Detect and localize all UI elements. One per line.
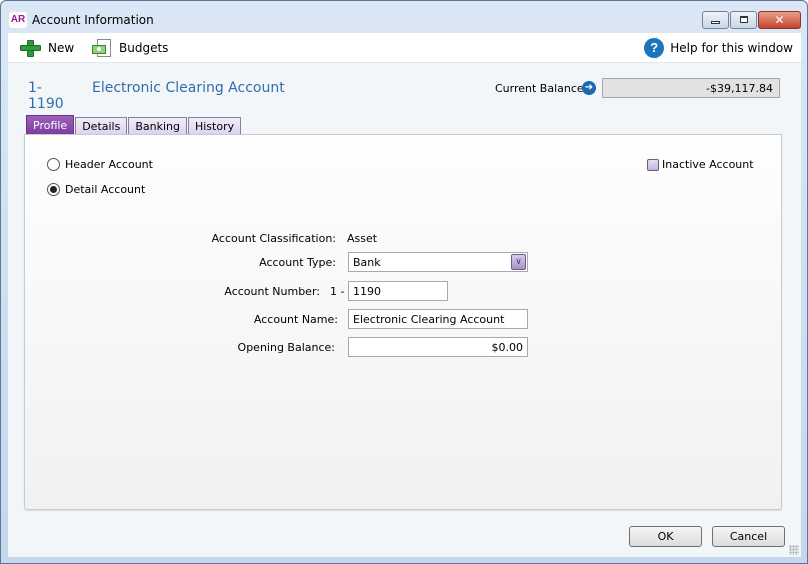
window-client-area: New Budgets ? Help for this window 1-119… [8, 33, 801, 557]
tab-banking-label: Banking [135, 120, 180, 133]
window-controls: ✕ [702, 11, 801, 29]
tab-profile[interactable]: Profile [26, 115, 75, 135]
plus-icon [20, 38, 42, 58]
tab-details[interactable]: Details [75, 117, 128, 135]
account-type-value: Bank [353, 256, 381, 269]
help-icon: ? [644, 38, 665, 58]
profile-panel: Header Account Detail Account Inactive A… [24, 134, 782, 510]
opening-balance-input[interactable]: $0.00 [348, 337, 528, 357]
maximize-button[interactable] [730, 11, 757, 29]
minimize-icon [711, 21, 720, 24]
help-button[interactable]: ? Help for this window [644, 37, 793, 59]
account-number-input[interactable]: 1190 [348, 281, 448, 301]
minimize-button[interactable] [702, 11, 729, 29]
inactive-account-label: Inactive Account [662, 158, 754, 171]
opening-balance-label: Opening Balance: [237, 341, 335, 354]
account-type-label: Account Type: [259, 256, 336, 269]
toolbar: New Budgets ? Help for this window [8, 33, 801, 63]
account-number-heading: 1-1190 [28, 80, 64, 112]
new-button[interactable]: New [20, 37, 74, 59]
close-icon: ✕ [774, 13, 785, 27]
budgets-label: Budgets [119, 41, 169, 55]
account-number-prefix: 1 - [330, 285, 345, 298]
account-type-select[interactable]: Bank ∨ [348, 252, 528, 272]
tab-details-label: Details [82, 120, 121, 133]
chevron-down-icon[interactable]: ∨ [511, 254, 526, 270]
radio-unchecked-icon [47, 158, 60, 171]
ok-button[interactable]: OK [629, 526, 702, 547]
account-information-window: AR Account Information ✕ New Budgets ? H… [0, 0, 808, 564]
current-balance-field: -$39,117.84 [602, 78, 780, 98]
arrow-right-icon[interactable]: ➔ [582, 81, 596, 95]
header-account-label: Header Account [65, 158, 153, 171]
account-number-label: Account Number: [224, 285, 320, 298]
maximize-icon [740, 16, 748, 23]
radio-checked-icon [47, 183, 60, 196]
budgets-button[interactable]: Budgets [91, 37, 168, 59]
tab-history[interactable]: History [187, 117, 242, 135]
current-balance-label: Current Balance: [495, 82, 588, 95]
tab-profile-label: Profile [33, 119, 68, 132]
help-label: Help for this window [670, 41, 793, 55]
close-button[interactable]: ✕ [758, 11, 801, 29]
window-title: Account Information [32, 13, 154, 27]
account-classification-value: Asset [347, 232, 378, 245]
account-name-label: Account Name: [253, 313, 338, 326]
tab-bar: Profile Details Banking History [26, 115, 242, 135]
budget-document-icon [91, 38, 113, 58]
account-name-input[interactable]: Electronic Clearing Account [348, 309, 528, 329]
tab-history-label: History [194, 120, 235, 133]
app-logo-icon: AR [9, 12, 27, 28]
cancel-button[interactable]: Cancel [712, 526, 785, 547]
detail-account-label: Detail Account [65, 183, 146, 196]
account-name-heading: Electronic Clearing Account [92, 80, 285, 96]
account-classification-label: Account Classification: [211, 232, 336, 245]
header-account-radio[interactable]: Header Account [47, 158, 153, 171]
tab-banking[interactable]: Banking [128, 117, 187, 135]
resize-grip[interactable] [789, 545, 799, 555]
detail-account-radio[interactable]: Detail Account [47, 183, 145, 196]
new-label: New [48, 41, 75, 55]
inactive-account-checkbox[interactable]: Inactive Account [647, 158, 754, 171]
checkbox-icon [647, 158, 659, 171]
title-bar[interactable]: AR Account Information ✕ [1, 1, 807, 33]
